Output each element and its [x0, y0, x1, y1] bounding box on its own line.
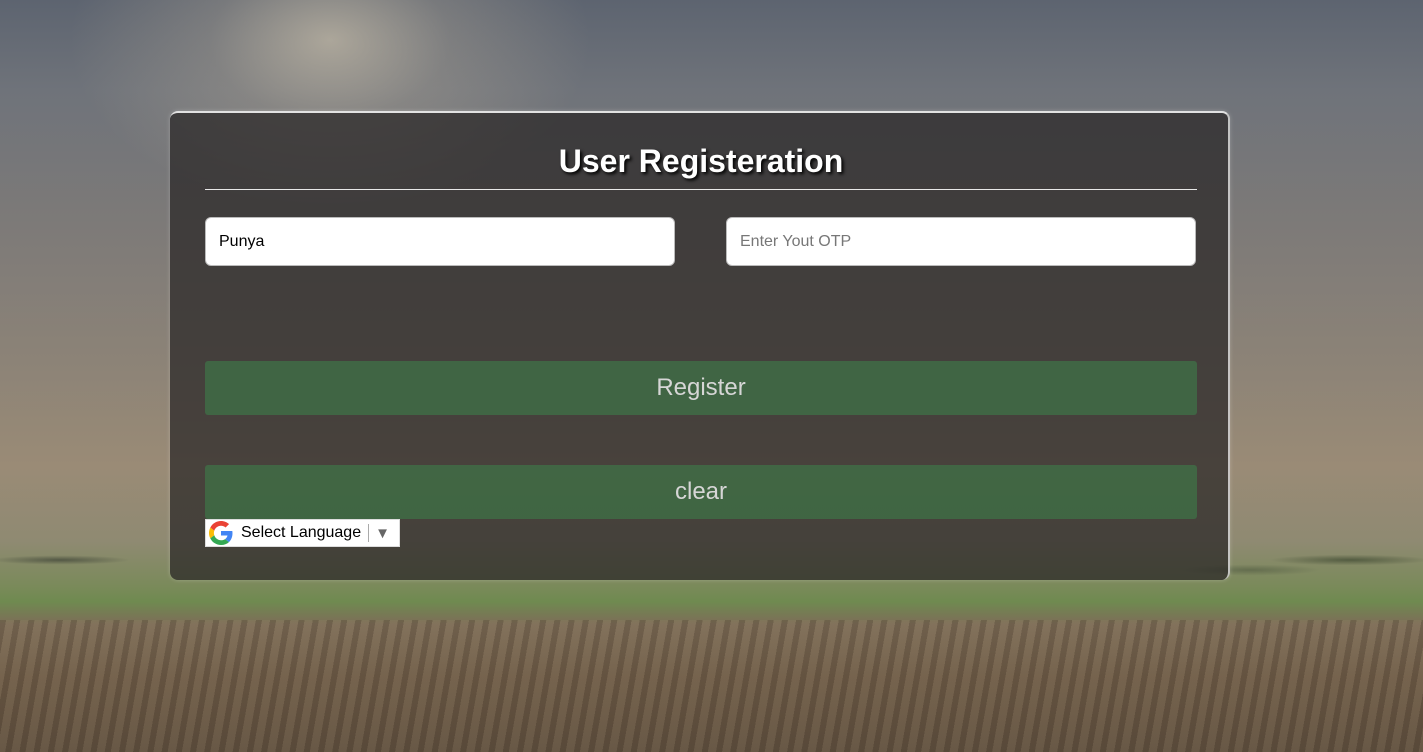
clear-button[interactable]: clear	[205, 465, 1197, 519]
registration-card: User Registeration Register clear Select…	[170, 111, 1230, 580]
page-title: User Registeration	[558, 143, 844, 179]
background-field	[0, 620, 1423, 752]
title-divider	[205, 189, 1197, 190]
language-selector-divider	[368, 524, 370, 542]
name-input[interactable]	[205, 217, 675, 266]
language-selector[interactable]: Select Language ▼	[205, 519, 400, 547]
google-g-icon	[209, 521, 233, 545]
otp-input[interactable]	[726, 217, 1196, 266]
dropdown-arrow-icon[interactable]: ▼	[375, 525, 390, 542]
register-button[interactable]: Register	[205, 361, 1197, 415]
language-selector-label: Select Language	[241, 524, 362, 541]
